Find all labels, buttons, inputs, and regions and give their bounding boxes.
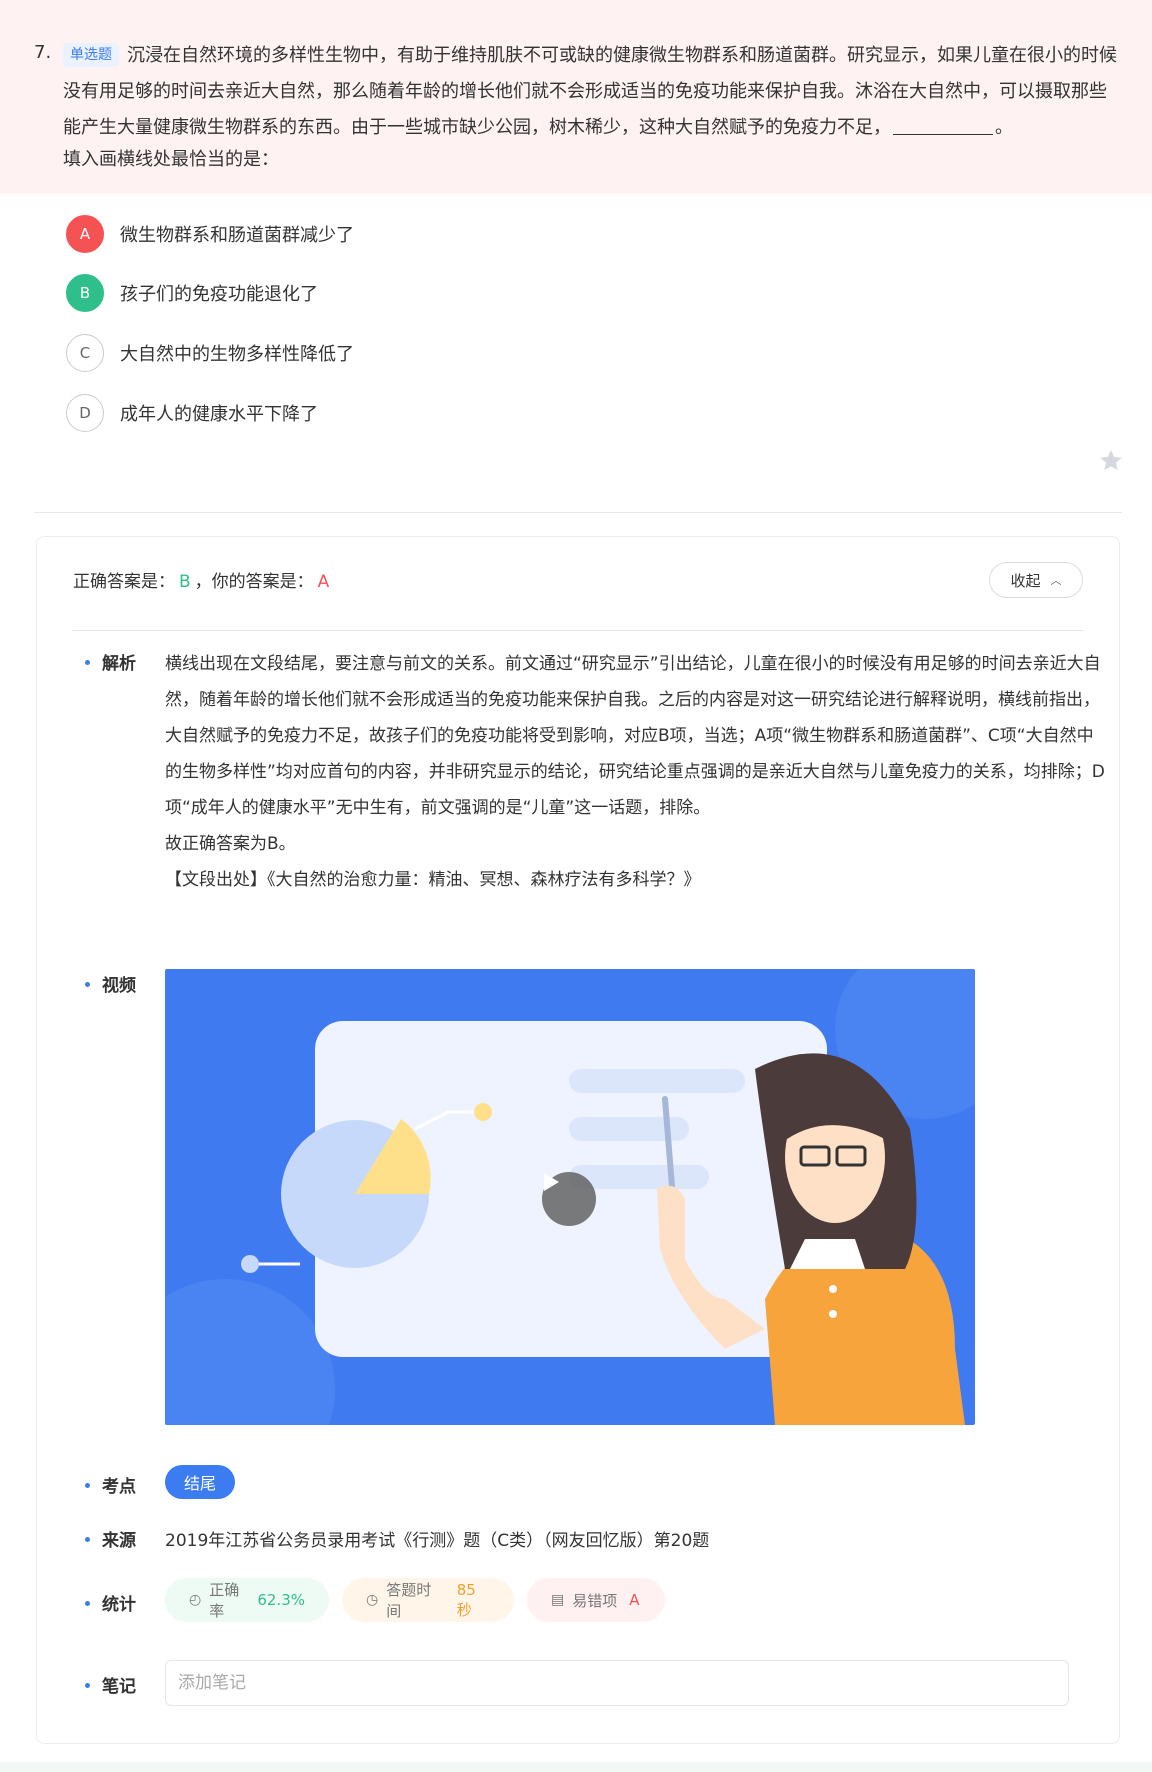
your-answer-label: ，你的答案是： [194,572,314,592]
option-d[interactable]: D 成年人的健康水平下降了 [66,393,318,433]
blank-line [893,115,993,135]
question-type-tag: 单选题 [63,43,119,67]
knowledge-tag[interactable]: 结尾 [165,1465,236,1499]
your-answer-value: A [317,572,330,592]
question-number: 7. [34,42,52,63]
option-b-badge: B [66,274,104,312]
option-c-badge: C [66,334,104,372]
analysis-conclusion: 故正确答案为B。 [165,834,296,854]
question-stem: 单选题 沉浸在自然环境的多样性生物中，有助于维持肌肤不可或缺的健康微生物群系和肠道… [63,38,1123,146]
analysis-paragraph: 横线出现在文段结尾，要注意与前文的关系。前文通过“研究显示”引出结论，儿童在很小… [165,654,1105,818]
stat-accuracy: ◴ 正确率 62.3% [165,1578,329,1622]
question-stem-end: 。 [995,117,1013,138]
notes-label: 笔记 [85,1672,136,1697]
play-button[interactable] [542,1172,596,1226]
question-prompt: 填入画横线处最恰当的是： [63,149,279,170]
stats-label: 统计 [85,1590,136,1615]
correct-answer-value: B [179,572,191,592]
source-label: 来源 [85,1526,136,1551]
option-b[interactable]: B 孩子们的免疫功能退化了 [66,273,318,313]
accuracy-value: 62.3% [257,1591,305,1609]
answer-summary: 正确答案是： B ，你的答案是： A [73,567,329,592]
check-circle-icon: ◴ [189,1592,202,1608]
option-a-text: 微生物群系和肠道菌群减少了 [120,225,354,246]
analysis-label: 解析 [85,649,136,674]
video-player[interactable] [165,969,975,1425]
star-icon[interactable] [1098,448,1124,474]
document-x-icon: ▤ [551,1592,565,1608]
bullet-dot [85,660,90,665]
clock-icon: ◷ [366,1592,379,1608]
stat-error: ▤ 易错项 A [527,1578,665,1622]
video-label: 视频 [85,971,136,996]
answer-panel: 正确答案是： B ，你的答案是： A 收起 ︿ 解析 横线出现在文段结尾，要注意与前文… [36,536,1120,1744]
option-c[interactable]: C 大自然中的生物多样性降低了 [66,333,354,373]
option-d-badge: D [66,394,104,432]
error-value: A [629,1591,640,1609]
analysis-source-note: 【文段出处】《大自然的治愈力量：精油、冥想、森林疗法有多科学？》 [165,870,701,890]
play-icon [544,1173,559,1191]
analysis-body: 横线出现在文段结尾，要注意与前文的关系。前文通过“研究显示”引出结论，儿童在很小… [165,646,1105,898]
option-b-text: 孩子们的免疫功能退化了 [120,284,318,305]
option-a-badge: A [66,215,104,253]
chevron-up-icon: ︿ [1050,574,1062,587]
option-a[interactable]: A 微生物群系和肠道菌群减少了 [66,214,354,254]
option-c-text: 大自然中的生物多样性降低了 [120,344,354,365]
correct-answer-label: 正确答案是： [73,572,175,592]
knowledge-label: 考点 [85,1472,136,1497]
panel-divider [73,630,1083,631]
time-value: 85秒 [456,1580,476,1619]
option-d-text: 成年人的健康水平下降了 [120,404,318,425]
question-header: 7. 单选题 沉浸在自然环境的多样性生物中，有助于维持肌肤不可或缺的健康微生物群系… [0,0,1152,194]
divider [34,512,1122,513]
source-text: 2019年江苏省公务员录用考试《行测》题（C类）（网友回忆版）第20题 [165,1531,710,1551]
page: 7. 单选题 沉浸在自然环境的多样性生物中，有助于维持肌肤不可或缺的健康微生物群系… [0,0,1152,1762]
stat-time: ◷ 答题时间 85秒 [342,1578,514,1622]
collapse-label: 收起 [1010,571,1041,590]
collapse-button[interactable]: 收起 ︿ [989,562,1083,598]
note-input[interactable] [165,1660,1069,1706]
